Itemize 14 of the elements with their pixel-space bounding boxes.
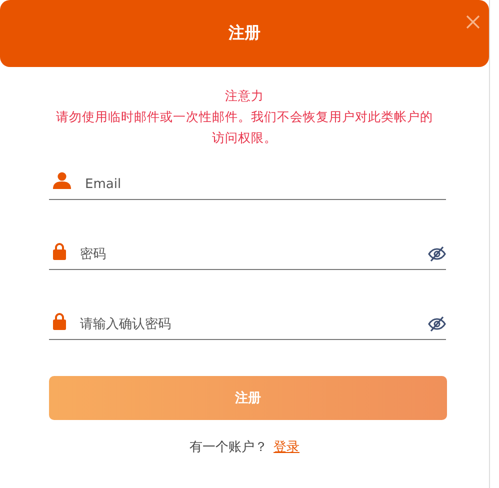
notice-title: 注意力 [224, 87, 265, 105]
input-field[interactable]: Email [85, 169, 446, 192]
footer-text: 有一个账户？ [190, 439, 268, 456]
input-field[interactable]: 密码 [80, 239, 414, 262]
eye-slash-icon[interactable] [428, 316, 446, 332]
login-link[interactable]: 登录 [274, 438, 300, 456]
eye-slash-icon[interactable] [428, 246, 446, 262]
lock-icon [53, 312, 66, 330]
lock-icon [53, 242, 66, 260]
notice-text: 请勿使用临时邮件或一次性邮件。我们不会恢复用户对此类帐户的访问权限。 [55, 108, 434, 147]
input-field[interactable]: 请输入确认密码 [80, 309, 414, 332]
dialog-title: 注册 [228, 23, 260, 44]
register-button[interactable]: 注册 [49, 376, 447, 420]
person-icon [53, 172, 71, 189]
